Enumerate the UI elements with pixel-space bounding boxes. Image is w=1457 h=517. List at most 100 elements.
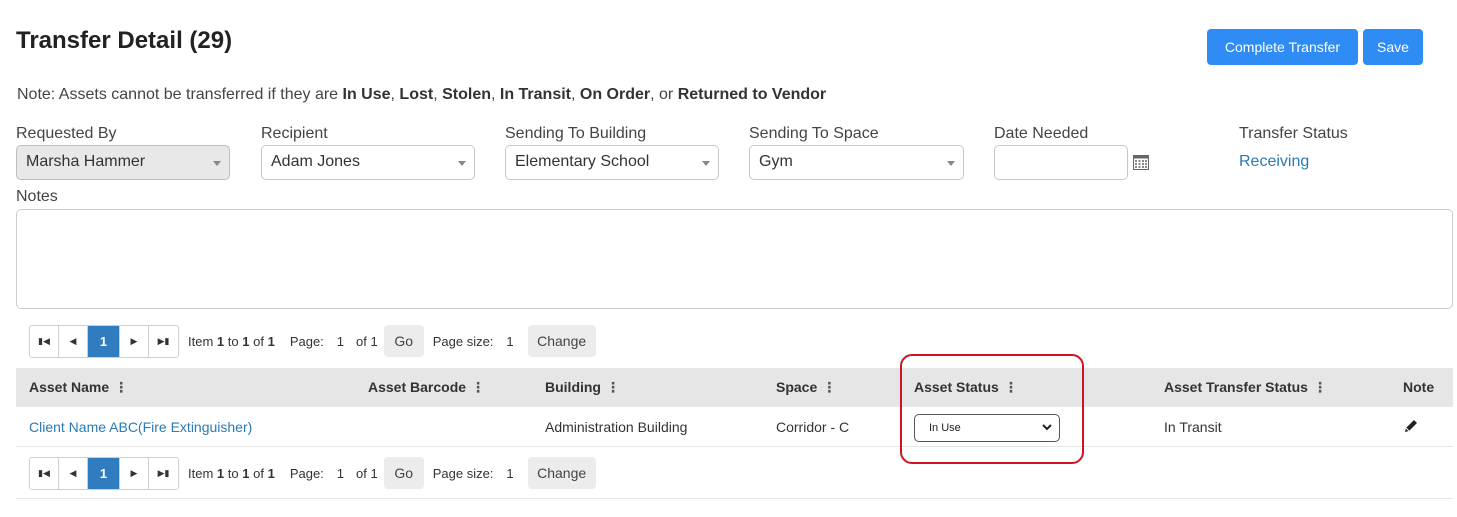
page-size-input[interactable]: 1 [506, 466, 513, 481]
item-word: Item [188, 465, 214, 481]
transfer-status-label: Transfer Status [1239, 125, 1348, 142]
of-pages: of 1 [356, 465, 378, 481]
save-button[interactable]: Save [1363, 29, 1423, 65]
note-status-in-use: In Use [342, 86, 391, 103]
last-page-icon[interactable]: ▶▮ [149, 325, 178, 357]
date-needed-label: Date Needed [994, 125, 1089, 142]
next-page-icon[interactable]: ▶ [120, 457, 149, 489]
vertical-dots-icon[interactable]: ⋮ [1313, 379, 1327, 395]
recipient-label: Recipient [261, 125, 328, 142]
page-size-label: Page size: [432, 465, 494, 481]
asset-transfer-status-cell: In Transit [1164, 419, 1222, 435]
item-from: 1 [216, 333, 225, 349]
date-needed-input[interactable] [994, 145, 1128, 180]
pager-buttons: ▮◀ ◀ 1 ▶ ▶▮ [29, 456, 179, 490]
page-input[interactable]: 1 [337, 334, 344, 349]
page-size-label: Page size: [432, 333, 494, 349]
first-page-icon[interactable]: ▮◀ [30, 325, 59, 357]
pager-bottom: ▮◀ ◀ 1 ▶ ▶▮ Item 1 to 1 of 1 Page: 1 of … [29, 456, 596, 490]
requested-by-select[interactable]: Marsha Hammer [16, 145, 230, 180]
caret-down-icon [947, 161, 955, 166]
prev-page-icon[interactable]: ◀ [59, 325, 88, 357]
requested-by-label: Requested By [16, 125, 117, 142]
notes-label: Notes [16, 188, 58, 205]
next-page-icon[interactable]: ▶ [120, 325, 149, 357]
note-separator: , or [650, 86, 678, 103]
page-title: Transfer Detail (29) [16, 27, 233, 54]
pager-top: ▮◀ ◀ 1 ▶ ▶▮ Item 1 to 1 of 1 Page: 1 of … [29, 324, 596, 358]
column-label: Asset Transfer Status [1164, 379, 1308, 395]
item-total: 1 [267, 333, 275, 349]
vertical-dots-icon[interactable]: ⋮ [471, 379, 485, 395]
page-label: Page: [289, 465, 324, 481]
caret-down-icon [458, 161, 466, 166]
transfer-status-value: Receiving [1239, 153, 1310, 170]
note-status-stolen: Stolen [442, 86, 491, 103]
recipient-select[interactable]: Adam Jones [261, 145, 475, 180]
caret-down-icon [702, 161, 710, 166]
divider [16, 498, 1453, 499]
go-button[interactable]: Go [383, 325, 424, 357]
pager-buttons: ▮◀ ◀ 1 ▶ ▶▮ [29, 324, 179, 358]
item-to: 1 [242, 333, 250, 349]
vertical-dots-icon[interactable]: ⋮ [114, 379, 128, 395]
asset-name-link[interactable]: Client Name ABC(Fire Extinguisher) [29, 419, 252, 435]
change-button[interactable]: Change [527, 325, 596, 357]
column-asset-barcode[interactable]: Asset Barcode ⋮ [368, 379, 485, 396]
column-building[interactable]: Building ⋮ [545, 379, 620, 396]
page-number-button[interactable]: 1 [88, 457, 120, 489]
table-header: Asset Name ⋮ Asset Barcode ⋮ Building ⋮ Spa… [16, 368, 1453, 407]
note-separator: , [571, 86, 580, 103]
sending-space-select[interactable]: Gym [749, 145, 964, 180]
item-to: 1 [242, 465, 250, 481]
asset-status-highlight [900, 354, 1084, 464]
column-asset-transfer-status[interactable]: Asset Transfer Status ⋮ [1164, 379, 1327, 396]
column-label: Asset Name [29, 379, 110, 395]
sending-building-value: Elementary School [515, 153, 650, 170]
of-word: of [253, 465, 264, 481]
item-range: Item 1 to 1 of 1 [188, 466, 275, 481]
column-space[interactable]: Space ⋮ [776, 379, 836, 396]
item-total: 1 [267, 465, 275, 481]
column-label: Asset Barcode [368, 379, 467, 395]
sending-space-label: Sending To Space [749, 125, 879, 142]
notes-textarea[interactable] [16, 209, 1453, 309]
note-separator: , [433, 86, 443, 103]
pencil-icon[interactable] [1403, 418, 1419, 437]
page-input[interactable]: 1 [337, 466, 344, 481]
go-button[interactable]: Go [383, 457, 424, 489]
vertical-dots-icon[interactable]: ⋮ [606, 379, 620, 395]
column-label: Space [776, 379, 818, 395]
first-page-icon[interactable]: ▮◀ [30, 457, 59, 489]
page-label: Page: [289, 333, 324, 349]
sending-space-value: Gym [759, 153, 793, 170]
requested-by-value: Marsha Hammer [26, 153, 146, 170]
column-note: Note [1403, 379, 1435, 395]
of-word: of [253, 333, 264, 349]
page-size-input[interactable]: 1 [506, 334, 513, 349]
item-from: 1 [216, 465, 225, 481]
complete-transfer-button[interactable]: Complete Transfer [1207, 29, 1358, 65]
note-status-on-order: On Order [579, 86, 651, 103]
change-button[interactable]: Change [527, 457, 596, 489]
prev-page-icon[interactable]: ◀ [59, 457, 88, 489]
to-word: to [227, 465, 239, 481]
note-separator: , [490, 86, 500, 103]
calendar-icon[interactable] [1133, 155, 1149, 175]
table-row: Client Name ABC(Fire Extinguisher) Admin… [16, 407, 1453, 447]
last-page-icon[interactable]: ▶▮ [149, 457, 178, 489]
note-status-lost: Lost [399, 86, 434, 103]
note-prefix: Note: Assets cannot be transferred if th… [17, 86, 343, 103]
column-asset-name[interactable]: Asset Name ⋮ [29, 379, 128, 396]
building-cell: Administration Building [545, 419, 688, 435]
vertical-dots-icon[interactable]: ⋮ [822, 379, 836, 395]
of-pages: of 1 [356, 333, 378, 349]
column-label: Building [545, 379, 601, 395]
sending-building-select[interactable]: Elementary School [505, 145, 719, 180]
page-number-button[interactable]: 1 [88, 325, 120, 357]
item-range: Item 1 to 1 of 1 [188, 334, 275, 349]
note-status-returned: Returned to Vendor [677, 86, 827, 103]
caret-down-icon [213, 161, 221, 166]
note-status-in-transit: In Transit [499, 86, 571, 103]
sending-building-label: Sending To Building [505, 125, 647, 142]
